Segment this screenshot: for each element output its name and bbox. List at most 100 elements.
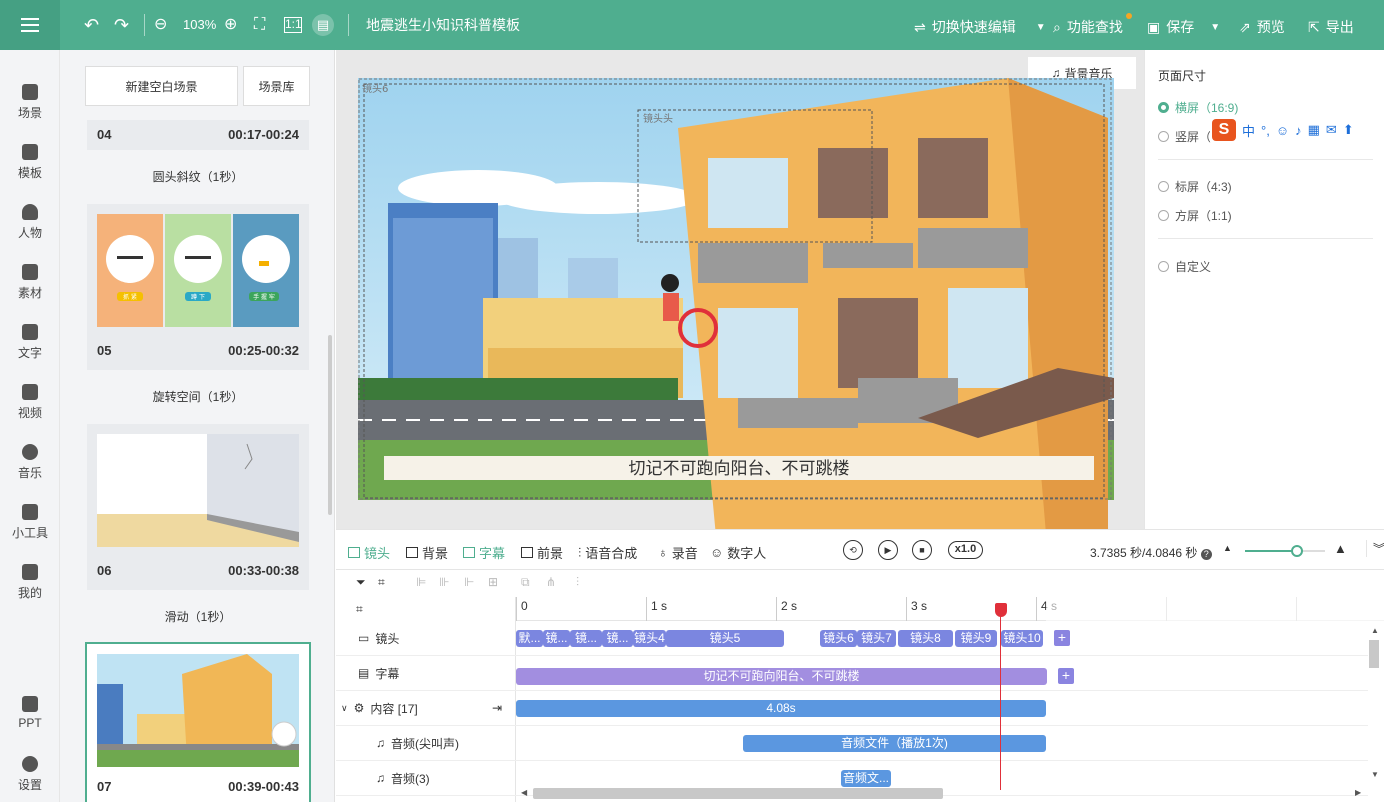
nav-settings[interactable]: 设置 (0, 756, 60, 793)
playhead[interactable] (1000, 606, 1001, 790)
collapse-chevron-icon[interactable]: ︾ (1366, 540, 1384, 557)
filter-icon[interactable]: ⏷ (356, 575, 366, 590)
scene-canvas[interactable]: 切记不可跑向阳台、不可跳楼 镜头6 镜头头 (358, 78, 1114, 558)
scene-library-button[interactable]: 场景库 (243, 66, 310, 106)
align-right-icon[interactable]: ⊩ (464, 575, 474, 589)
camera-clip[interactable]: 镜... (570, 630, 602, 647)
zoom-out-icon[interactable]: ⊖ (154, 14, 167, 36)
skin-icon[interactable]: ✉ (1326, 122, 1337, 138)
enter-icon[interactable]: ⇥ (492, 701, 502, 715)
nav-mine[interactable]: 我的 (0, 564, 60, 601)
playhead-handle[interactable] (995, 603, 1007, 617)
radio-portrait[interactable]: 竖屏（ (1158, 128, 1211, 145)
timeline-horizontal-scrollbar[interactable] (533, 788, 943, 799)
preview-button[interactable]: ⇗ 预览 (1239, 17, 1285, 37)
layer-icon[interactable]: ⧉ (521, 575, 530, 590)
zoom-in-icon[interactable]: ⊕ (224, 14, 237, 36)
nav-person[interactable]: 人物 (0, 204, 60, 241)
nav-video[interactable]: 视频 (0, 384, 60, 421)
new-blank-scene-button[interactable]: 新建空白场景 (85, 66, 238, 106)
radio-custom[interactable]: 自定义 (1158, 258, 1211, 275)
nav-ppt[interactable]: PPT (0, 696, 60, 730)
speed-button[interactable]: x1.0 (948, 541, 983, 559)
scroll-left-icon[interactable]: ◀ (521, 788, 527, 797)
chevron-down-icon[interactable]: ▼ (1210, 22, 1220, 33)
group-icon[interactable]: ⌗ (378, 575, 385, 590)
arrow-up-icon[interactable]: ⬆ (1343, 122, 1354, 138)
camera-clip[interactable]: 镜头6 (820, 630, 857, 647)
nav-template[interactable]: 模板 (0, 144, 60, 181)
radio-square[interactable]: 方屏（1:1) (1158, 207, 1232, 224)
track-label-content[interactable]: ∨ ⚙ 内容 [17] ⇥ (336, 691, 516, 726)
scene-card-05[interactable]: 抓 紧 蹲 下 手 握 牢 05 00:25-00:32 (87, 204, 309, 370)
zoom-out-timeline-icon[interactable]: ▲ (1223, 543, 1232, 553)
camera-clip[interactable]: 镜头10 (1001, 630, 1043, 647)
time-ruler[interactable]: 0 1 s 2 s 3 s 4 s (516, 597, 1384, 621)
nav-text[interactable]: 文字 (0, 324, 60, 361)
timeline-vertical-scrollbar[interactable] (1369, 640, 1379, 668)
ime-lang[interactable]: 中 (1242, 121, 1255, 140)
scroll-down-icon[interactable]: ▼ (1371, 770, 1379, 779)
ime-punct[interactable]: °, (1261, 123, 1270, 138)
add-subtitle-button[interactable]: + (1058, 668, 1074, 684)
transition-label[interactable]: 圆头斜纹（1秒） (87, 168, 309, 185)
radio-landscape[interactable]: 横屏（16:9) (1158, 99, 1238, 116)
mic-icon[interactable]: ♪ (1295, 123, 1302, 138)
slider-knob[interactable] (1291, 545, 1303, 557)
scene-card-04[interactable]: 04 00:17-00:24 (87, 120, 309, 150)
menu-button[interactable] (0, 0, 60, 50)
track-label-audio-3[interactable]: ♫ 音频(3) (336, 761, 516, 796)
canvas-subtitle[interactable]: 切记不可跑向阳台、不可跳楼 (629, 459, 850, 478)
radio-icon[interactable]: ▤ (312, 14, 334, 36)
nav-scene[interactable]: 场景 (0, 84, 60, 121)
track-label-audio-scream[interactable]: ♫ 音频(尖叫声) (336, 726, 516, 761)
chevron-down-icon[interactable]: ∨ (341, 703, 348, 714)
foreground-tool[interactable]: 前景 (521, 543, 563, 562)
camera-clip[interactable]: 镜头5 (666, 630, 784, 647)
camera-clip[interactable]: 镜... (602, 630, 633, 647)
audio-clip[interactable]: 音频文... (841, 770, 891, 787)
add-camera-button[interactable]: + (1054, 630, 1070, 646)
keyboard-icon[interactable]: ▦ (1308, 122, 1320, 138)
export-button[interactable]: ⇱ 导出 (1308, 17, 1354, 37)
redo-icon[interactable]: ↷ (114, 14, 129, 36)
switch-quick-edit-button[interactable]: ⇌ 切换快速编辑 ▼ (914, 17, 1046, 37)
subtitle-clip[interactable]: 切记不可跑向阳台、不可跳楼 (516, 668, 1047, 685)
scene-card-07[interactable]: 07 00:39-00:43 (85, 642, 311, 802)
play-button[interactable]: ▶ (878, 540, 898, 560)
tts-tool[interactable]: ⫶ 语音合成 (578, 543, 637, 562)
camera-clip[interactable]: 镜头9 (955, 630, 997, 647)
track-label-camera[interactable]: ▭ 镜头 (336, 621, 516, 656)
background-tool[interactable]: 背景 (406, 543, 448, 562)
camera-clip[interactable]: 镜头8 (898, 630, 953, 647)
digital-human-tool[interactable]: ☺ 数字人 (710, 543, 766, 562)
help-icon[interactable]: ? (1200, 549, 1212, 560)
transition-label[interactable]: 旋转空间（1秒） (87, 388, 309, 405)
distribute-icon[interactable]: ⊞ (488, 575, 498, 589)
save-button[interactable]: ▣ 保存 ▼ (1147, 17, 1220, 37)
ime-toolbar[interactable]: S 中 °, ☺ ♪ ▦ ✉ ⬆ (1210, 118, 1384, 142)
camera-clip[interactable]: 镜头4 (633, 630, 666, 647)
align-center-icon[interactable]: ⊪ (439, 575, 449, 589)
emoji-icon[interactable]: ☺ (1276, 123, 1289, 138)
camera-clip[interactable]: 镜... (543, 630, 570, 647)
radio-standard[interactable]: 标屏（4:3) (1158, 178, 1232, 195)
transition-label[interactable]: 滑动（1秒） (87, 608, 309, 625)
subtitle-tool[interactable]: 字幕 (463, 543, 505, 562)
replay-button[interactable]: ⟲ (843, 540, 863, 560)
split-icon[interactable]: ⋔ (546, 575, 556, 589)
scene-list-scrollbar[interactable] (328, 335, 332, 515)
scene-card-06[interactable]: 06 00:33-00:38 (87, 424, 309, 590)
scroll-right-icon[interactable]: ▶ (1355, 788, 1361, 797)
tree-icon[interactable]: ⌗ (356, 602, 363, 617)
timeline-zoom-slider[interactable] (1245, 545, 1325, 557)
audio-wave-icon[interactable]: ⫶ (576, 575, 579, 590)
scroll-up-icon[interactable]: ▲ (1371, 626, 1379, 635)
fullscreen-icon[interactable]: ⛶ (254, 14, 265, 36)
one-to-one-icon[interactable]: 1:1 (284, 17, 302, 33)
stop-button[interactable]: ■ (912, 540, 932, 560)
camera-clip[interactable]: 镜头7 (857, 630, 896, 647)
record-tool[interactable]: ♁ 录音 (658, 543, 698, 562)
nav-material[interactable]: 素材 (0, 264, 60, 301)
nav-tools[interactable]: 小工具 (0, 504, 60, 541)
